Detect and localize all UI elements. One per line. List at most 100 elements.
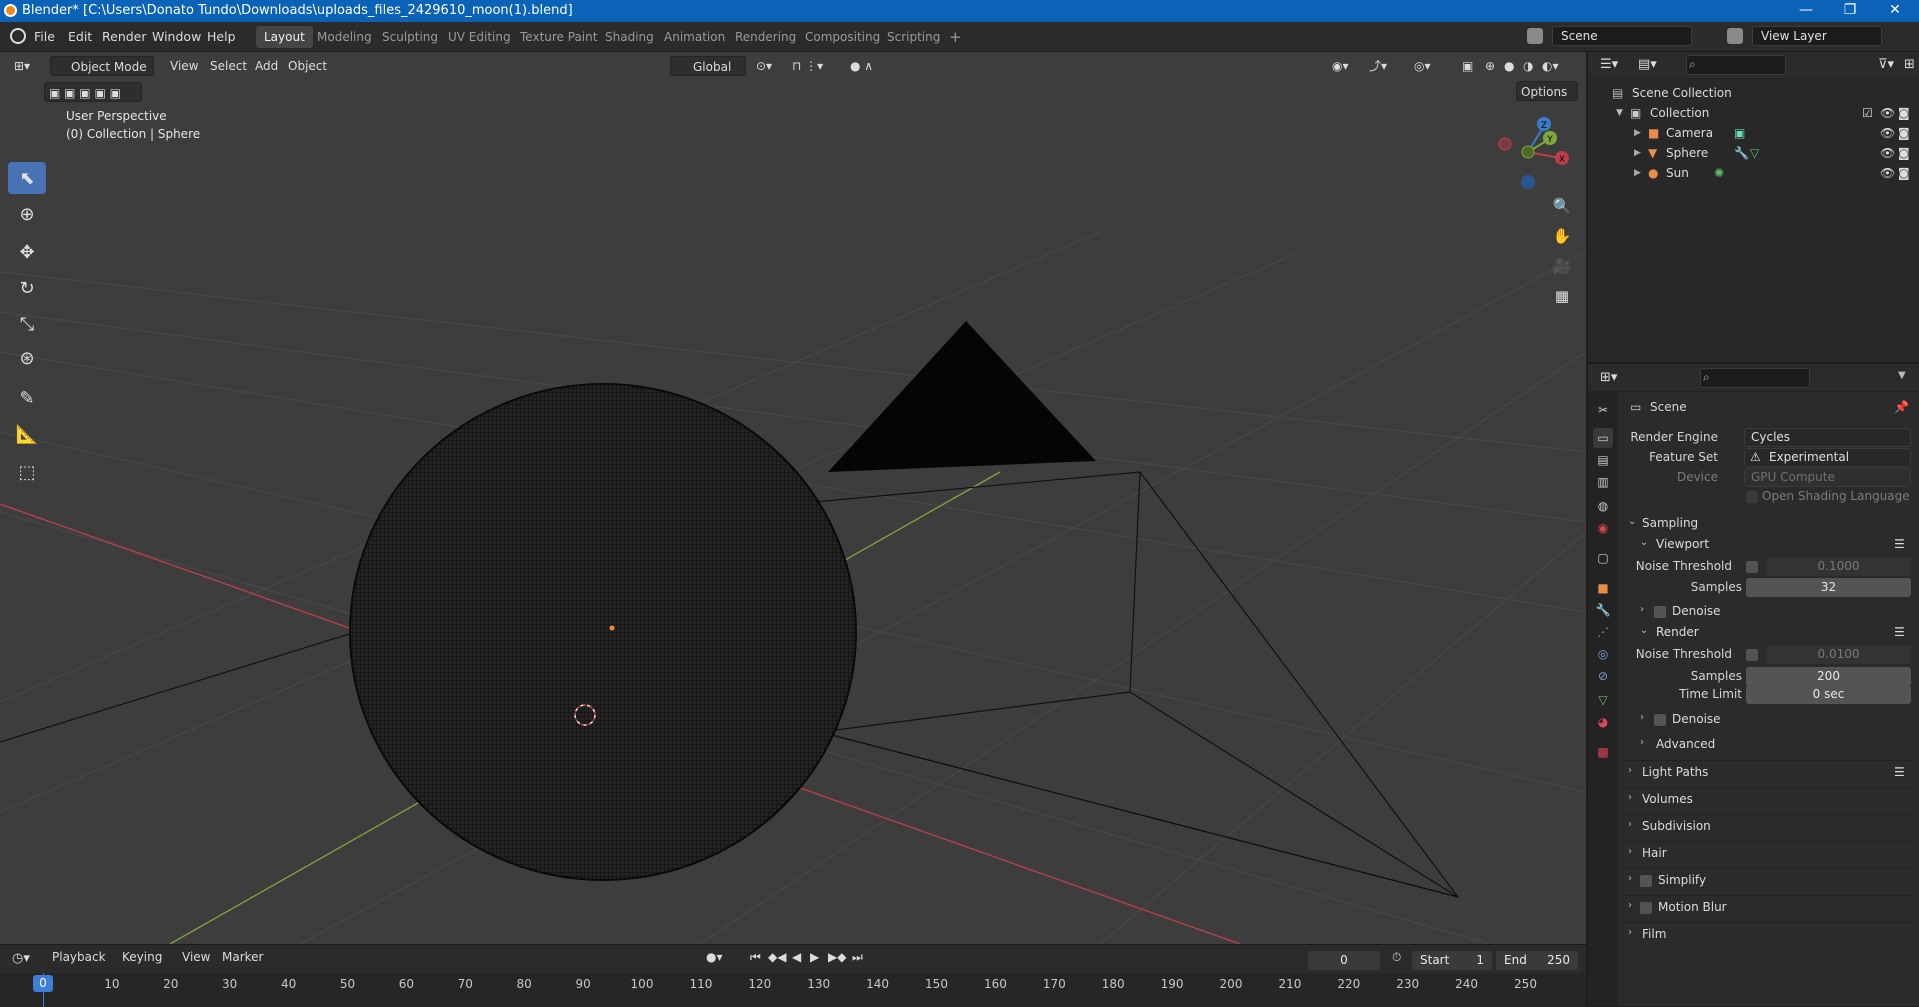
outliner-search-input[interactable] — [1686, 55, 1786, 75]
outliner-item-sun[interactable]: ▶ ● Sun ✺ 👁 ◙ — [1588, 164, 1919, 184]
osl-checkbox[interactable] — [1746, 491, 1758, 503]
properties-editor-icon[interactable]: ⊞▾ — [1600, 370, 1617, 385]
mesh-data-icon[interactable]: ▽ — [1750, 146, 1759, 160]
tab-compositing[interactable]: Compositing — [797, 26, 888, 48]
menu-view[interactable]: View — [178, 947, 214, 967]
menu-window[interactable]: Window — [152, 29, 201, 44]
scene-icon[interactable] — [1527, 28, 1543, 44]
solid-shading-icon[interactable]: ● — [1500, 56, 1518, 76]
simplify-panel-header[interactable]: › Simplify — [1622, 868, 1915, 892]
move-tool-icon[interactable]: ✥ — [8, 236, 46, 268]
gizmo-toggle-icon[interactable]: ⤴▾ — [1365, 56, 1391, 76]
jump-start-icon[interactable]: ⏮ — [746, 947, 765, 967]
render-camera-icon[interactable]: ◙ — [1898, 146, 1910, 160]
stopwatch-icon[interactable]: ⏱ — [1388, 947, 1405, 967]
snap-icon[interactable]: ⊓ ⋮▾ — [788, 56, 827, 76]
modifier-tab-icon[interactable]: 🔧 — [1593, 600, 1613, 620]
options-button[interactable]: Options — [1516, 81, 1578, 101]
xray-icon[interactable]: ▣ — [1458, 56, 1477, 76]
advanced-subpanel-header[interactable]: › Advanced — [1622, 733, 1915, 757]
chevron-down-icon[interactable]: ▼ — [1898, 370, 1906, 381]
feature-set-dropdown[interactable]: Experimental — [1744, 448, 1911, 467]
timeline-editor-icon[interactable]: ◷▾ — [12, 951, 30, 966]
tool-tab-icon[interactable]: ✂ — [1593, 400, 1613, 420]
collapse-icon[interactable]: ▼ — [1616, 108, 1623, 118]
add-workspace-button[interactable]: + — [941, 26, 970, 48]
scene-collection-row[interactable]: ▤ Scene Collection — [1588, 84, 1919, 104]
visibility-icon[interactable]: ◉▾ — [1328, 56, 1353, 76]
render-camera-icon[interactable]: ◙ — [1898, 126, 1910, 140]
menu-edit[interactable]: Edit — [68, 29, 92, 44]
motion-blur-panel-header[interactable]: › Motion Blur — [1622, 895, 1915, 919]
new-collection-icon[interactable]: ⊞ — [1904, 57, 1915, 72]
eye-icon[interactable]: 👁 — [1880, 166, 1895, 180]
play-icon[interactable]: ▶ — [806, 947, 823, 967]
add-cube-tool-icon[interactable]: ⬚ — [8, 456, 46, 488]
hair-panel-header[interactable]: › Hair — [1622, 841, 1915, 865]
camera-view-icon[interactable]: 🎥 — [1548, 252, 1576, 280]
properties-search-input[interactable] — [1700, 368, 1810, 388]
editor-type-icon[interactable]: ⊞▾ — [10, 56, 40, 76]
pin-icon[interactable]: 📌 — [1894, 400, 1909, 414]
current-frame-field[interactable]: 0 — [1308, 951, 1380, 970]
eye-icon[interactable]: 👁 — [1880, 146, 1895, 160]
proportional-edit-icon[interactable]: ● ∧ — [846, 56, 877, 76]
menu-help[interactable]: Help — [207, 29, 236, 44]
viewport-noise-threshold-field[interactable]: 0.1000 — [1766, 557, 1911, 576]
blender-menu-icon[interactable] — [10, 28, 26, 44]
pan-hand-icon[interactable]: ✋ — [1548, 222, 1576, 250]
physics-tab-icon[interactable]: ◎ — [1593, 644, 1613, 664]
transform-tool-icon[interactable]: ⊛ — [8, 342, 46, 374]
cursor-tool-icon[interactable]: ⊕ — [8, 198, 46, 230]
zoom-icon[interactable]: 🔍 — [1548, 192, 1576, 220]
measure-tool-icon[interactable]: 📐 — [8, 418, 46, 450]
annotate-tool-icon[interactable]: ✎ — [8, 382, 46, 414]
viewport-scene[interactable] — [0, 52, 1586, 944]
tab-uv-editing[interactable]: UV Editing — [440, 26, 519, 48]
light-paths-panel-header[interactable]: › Light Paths ☰ — [1622, 760, 1915, 784]
jump-end-icon[interactable]: ⏭ — [848, 947, 867, 967]
tab-shading[interactable]: Shading — [597, 26, 662, 48]
exclude-checkbox-icon[interactable]: ☑ — [1862, 106, 1873, 120]
close-button[interactable]: ✕ — [1872, 0, 1918, 22]
play-reverse-icon[interactable]: ◀ — [788, 947, 805, 967]
3d-viewport[interactable]: ⊞▾ Object Mode View Select Add Object Gl… — [0, 52, 1586, 944]
expand-icon[interactable]: ▶ — [1634, 168, 1641, 178]
render-camera-icon[interactable]: ◙ — [1898, 106, 1910, 120]
select-box-tool-icon[interactable]: ⬉ — [8, 162, 46, 194]
menu-select[interactable]: Select — [206, 56, 251, 76]
auto-keying-icon[interactable]: ●▾ — [702, 947, 727, 967]
sphere-object[interactable] — [349, 383, 857, 881]
minimize-button[interactable]: — — [1783, 0, 1829, 22]
device-dropdown[interactable]: GPU Compute — [1744, 468, 1911, 487]
camera-data-icon[interactable]: ▣ — [1734, 126, 1745, 140]
end-frame-field[interactable]: End 250 — [1496, 951, 1578, 970]
ortho-grid-icon[interactable]: ▦ — [1548, 282, 1576, 310]
tab-animation[interactable]: Animation — [656, 26, 733, 48]
scale-tool-icon[interactable]: ⤡ — [8, 308, 46, 340]
menu-add[interactable]: Add — [251, 56, 282, 76]
viewport-subpanel-header[interactable]: ⌄ Viewport ☰ — [1622, 533, 1915, 557]
viewport-noise-threshold-checkbox[interactable] — [1746, 561, 1758, 573]
view-layer-selector[interactable]: View Layer — [1752, 26, 1882, 46]
start-frame-field[interactable]: Start 1 — [1412, 951, 1492, 970]
outliner-editor-icon[interactable]: ☰▾ — [1600, 57, 1618, 72]
render-noise-threshold-checkbox[interactable] — [1746, 649, 1758, 661]
output-tab-icon[interactable]: ▤ — [1593, 450, 1613, 470]
render-noise-threshold-field[interactable]: 0.0100 — [1766, 645, 1911, 664]
tab-scripting[interactable]: Scripting — [879, 26, 948, 48]
outliner-item-sphere[interactable]: ▶ ▼ Sphere 🔧 ▽ 👁 ◙ — [1588, 144, 1919, 164]
eye-icon[interactable]: 👁 — [1880, 106, 1895, 120]
texture-tab-icon[interactable]: ▩ — [1593, 742, 1613, 762]
view-layer-tab-icon[interactable]: ▥ — [1593, 472, 1613, 492]
next-keyframe-icon[interactable]: ▶◆ — [824, 947, 850, 967]
rotate-tool-icon[interactable]: ↻ — [8, 272, 46, 304]
wireframe-shading-icon[interactable]: ⊕ — [1481, 56, 1499, 76]
menu-file[interactable]: File — [34, 29, 55, 44]
navigation-gizmo[interactable]: Z X Y — [1488, 110, 1572, 194]
maximize-button[interactable]: ❐ — [1827, 0, 1873, 22]
object-tab-icon[interactable]: ■ — [1593, 578, 1613, 598]
film-panel-header[interactable]: › Film — [1622, 922, 1915, 946]
eye-icon[interactable]: 👁 — [1880, 126, 1895, 140]
render-samples-field[interactable]: 200 — [1746, 667, 1911, 686]
